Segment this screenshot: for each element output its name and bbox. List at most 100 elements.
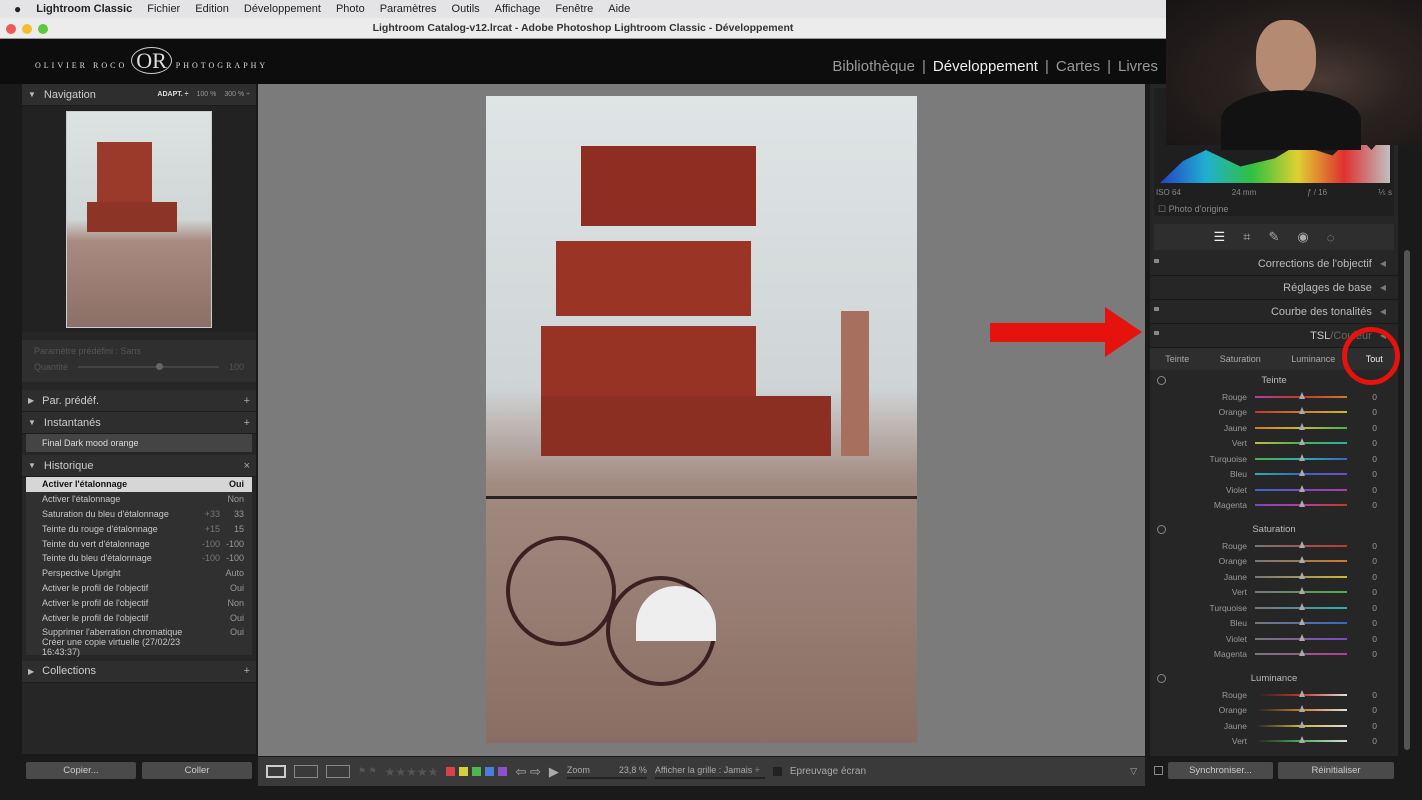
- navigator-header[interactable]: ▼ Navigation ADAPT. ÷ 100 % 300 % ÷: [22, 84, 256, 106]
- slider-value[interactable]: 0: [1347, 649, 1377, 659]
- add-collection-icon[interactable]: +: [244, 665, 250, 677]
- history-item[interactable]: Activer le profil de l'objectif Non: [26, 595, 252, 610]
- slider-knob[interactable]: [1299, 407, 1305, 415]
- minimize-window-button[interactable]: [22, 24, 32, 34]
- slider-value[interactable]: 0: [1347, 556, 1377, 566]
- slider-track[interactable]: [1255, 618, 1347, 626]
- slider-knob[interactable]: [1299, 556, 1305, 564]
- slider-track[interactable]: [1255, 500, 1347, 508]
- history-item[interactable]: Créer une copie virtuelle (27/02/23 16:4…: [26, 637, 252, 657]
- snapshot-item[interactable]: Final Dark mood orange: [26, 434, 252, 452]
- history-item[interactable]: Activer le profil de l'objectif Oui: [26, 610, 252, 625]
- zoom-slider[interactable]: [566, 776, 647, 779]
- target-adjust-icon[interactable]: [1157, 525, 1166, 534]
- color-label-swatch[interactable]: [459, 767, 469, 776]
- slider-track[interactable]: [1255, 689, 1347, 697]
- slider-track[interactable]: [1255, 453, 1347, 461]
- menu-aide[interactable]: Aide: [608, 3, 630, 15]
- slider-knob[interactable]: [1299, 720, 1305, 728]
- slider-value[interactable]: 0: [1347, 392, 1377, 402]
- slider-track[interactable]: [1255, 633, 1347, 641]
- zoom-300[interactable]: 300 % ÷: [224, 91, 250, 98]
- slider-track[interactable]: [1255, 649, 1347, 657]
- slider-track[interactable]: [1255, 540, 1347, 548]
- menu-outils[interactable]: Outils: [452, 3, 480, 15]
- slider-track[interactable]: [1255, 736, 1347, 744]
- zoom-window-button[interactable]: [38, 24, 48, 34]
- slider-value[interactable]: 0: [1347, 469, 1377, 479]
- target-adjust-icon[interactable]: [1157, 674, 1166, 683]
- history-item[interactable]: Activer le profil de l'objectif Oui: [26, 581, 252, 596]
- slider-value[interactable]: 0: [1347, 634, 1377, 644]
- copy-button[interactable]: Copier...: [26, 762, 136, 779]
- menu-fenetre[interactable]: Fenêtre: [555, 3, 593, 15]
- menu-app[interactable]: Lightroom Classic: [36, 3, 132, 15]
- color-label-swatch[interactable]: [446, 767, 456, 776]
- slider-knob[interactable]: [1299, 438, 1305, 446]
- play-icon[interactable]: ▶: [549, 764, 559, 780]
- red-eye-icon[interactable]: ◉: [1297, 229, 1308, 245]
- loupe-view-icon[interactable]: [266, 765, 286, 778]
- slider-value[interactable]: 0: [1347, 721, 1377, 731]
- color-label-swatch[interactable]: [498, 767, 508, 776]
- slider-track[interactable]: [1255, 391, 1347, 399]
- add-snapshot-icon[interactable]: +: [244, 417, 250, 429]
- slider-knob[interactable]: [1299, 587, 1305, 595]
- toolbar-menu-icon[interactable]: ▽: [1130, 766, 1137, 777]
- history-header[interactable]: ▼ Historique ×: [22, 455, 256, 477]
- slider-track[interactable]: [1255, 438, 1347, 446]
- menu-photo[interactable]: Photo: [336, 3, 365, 15]
- module-cartes[interactable]: Cartes: [1056, 58, 1100, 75]
- module-developpement[interactable]: Développement: [933, 58, 1038, 75]
- slider-knob[interactable]: [1299, 689, 1305, 697]
- healing-icon[interactable]: ✎: [1269, 229, 1280, 245]
- sliders-icon[interactable]: ☰: [1214, 229, 1226, 245]
- slider-track[interactable]: [1255, 705, 1347, 713]
- slider-knob[interactable]: [1299, 633, 1305, 641]
- slider-value[interactable]: 0: [1347, 587, 1377, 597]
- flag-icon[interactable]: ⚑ ⚑: [358, 766, 377, 777]
- slider-knob[interactable]: [1299, 500, 1305, 508]
- reset-button[interactable]: Réinitialiser: [1278, 762, 1394, 779]
- amount-slider[interactable]: [78, 363, 219, 370]
- zoom-100[interactable]: 100 %: [197, 91, 217, 98]
- slider-value[interactable]: 0: [1347, 485, 1377, 495]
- auto-sync-toggle[interactable]: [1154, 766, 1163, 775]
- collections-header[interactable]: ▶ Collections +: [22, 660, 256, 683]
- slider-knob[interactable]: [1299, 469, 1305, 477]
- sync-button[interactable]: Synchroniser...: [1168, 762, 1273, 779]
- slider-value[interactable]: 0: [1347, 423, 1377, 433]
- slider-track[interactable]: [1255, 407, 1347, 415]
- slider-value[interactable]: 0: [1347, 736, 1377, 746]
- tab-teinte[interactable]: Teinte: [1165, 354, 1189, 364]
- zoom-fit[interactable]: ADAPT. ÷: [157, 91, 188, 98]
- slider-track[interactable]: [1255, 484, 1347, 492]
- slider-knob[interactable]: [1299, 391, 1305, 399]
- color-label-swatch[interactable]: [472, 767, 482, 776]
- color-label-swatch[interactable]: [485, 767, 495, 776]
- snapshots-header[interactable]: ▼ Instantanés +: [22, 412, 256, 434]
- tab-saturation[interactable]: Saturation: [1220, 354, 1261, 364]
- history-item[interactable]: Saturation du bleu d'étalonnage +33 33: [26, 507, 252, 522]
- slider-knob[interactable]: [1299, 618, 1305, 626]
- before-after-split-icon[interactable]: [326, 765, 350, 778]
- history-item[interactable]: Teinte du vert d'étalonnage -100 -100: [26, 536, 252, 551]
- history-item[interactable]: Activer l'étalonnage Oui: [26, 477, 252, 492]
- history-item[interactable]: Teinte du bleu d'étalonnage -100 -100: [26, 551, 252, 566]
- menu-edition[interactable]: Edition: [195, 3, 229, 15]
- clear-history-icon[interactable]: ×: [244, 460, 250, 472]
- history-item[interactable]: Activer l'étalonnage Non: [26, 492, 252, 507]
- slider-value[interactable]: 0: [1347, 541, 1377, 551]
- menu-developpement[interactable]: Développement: [244, 3, 321, 15]
- original-photo-toggle[interactable]: ☐ Photo d'origine: [1158, 204, 1228, 215]
- right-panel-scrollbar[interactable]: [1404, 250, 1410, 750]
- grid-select[interactable]: Jamais ÷: [724, 765, 760, 775]
- close-window-button[interactable]: [6, 24, 16, 34]
- slider-value[interactable]: 0: [1347, 454, 1377, 464]
- crop-icon[interactable]: ⌗: [1243, 229, 1250, 245]
- slider-track[interactable]: [1255, 556, 1347, 564]
- tab-luminance[interactable]: Luminance: [1291, 354, 1335, 364]
- slider-track[interactable]: [1255, 571, 1347, 579]
- slider-knob[interactable]: [1299, 484, 1305, 492]
- slider-knob[interactable]: [1299, 705, 1305, 713]
